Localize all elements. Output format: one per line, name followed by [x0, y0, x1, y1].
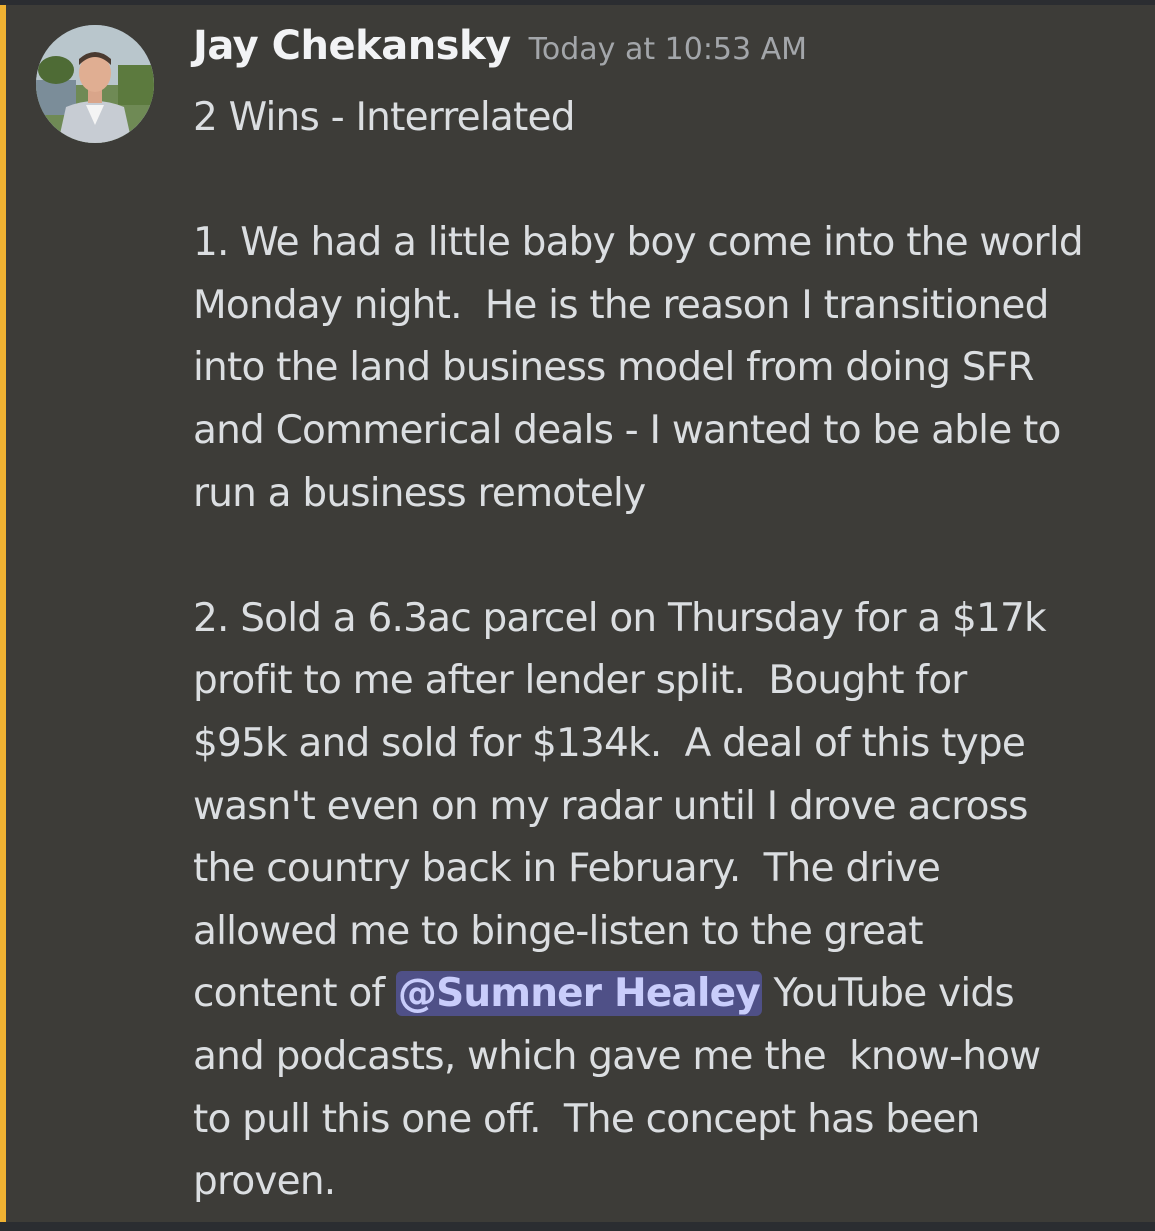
- avatar-photo-icon: [36, 25, 154, 143]
- content-line: run a business remotely: [193, 470, 646, 516]
- content-line: allowed me to binge-listen to the great: [193, 908, 924, 954]
- content-line-with-mention: content of @Sumner Healey YouTube vids: [193, 963, 1143, 1026]
- content-line: profit to me after lender split. Bought …: [193, 658, 967, 704]
- content-line: [193, 150, 1143, 213]
- mention-highlight-bar: [0, 5, 6, 1222]
- content-line: and Commerical deals - I wanted to be ab…: [193, 407, 1061, 453]
- message-timestamp: Today at 10:53 AM: [528, 32, 808, 67]
- user-mention[interactable]: @Sumner Healey: [395, 971, 762, 1017]
- content-line: proven.: [193, 1159, 336, 1205]
- content-line: and podcasts, which gave me the know-how: [193, 1033, 1041, 1079]
- content-line: $95k and sold for $134k. A deal of this …: [193, 720, 1026, 766]
- message-item[interactable]: Jay Chekansky Today at 10:53 AM 2 Wins - …: [0, 5, 1155, 1222]
- content-line: [193, 525, 1143, 588]
- content-line: Monday night. He is the reason I transit…: [193, 282, 1049, 328]
- content-line: into the land business model from doing …: [193, 345, 1034, 391]
- content-line: 2. Sold a 6.3ac parcel on Thursday for a…: [193, 595, 1047, 641]
- message-content: 2 Wins - Interrelated 1. We had a little…: [193, 87, 1143, 1214]
- message-header: Jay Chekansky Today at 10:53 AM: [193, 23, 807, 69]
- content-line: 2 Wins - Interrelated: [193, 95, 575, 140]
- content-line: 1. We had a little baby boy come into th…: [193, 220, 1084, 266]
- content-line: to pull this one off. The concept has be…: [193, 1096, 980, 1142]
- content-line: the country back in February. The drive: [193, 846, 941, 892]
- mention-prefix-text: content of: [193, 971, 396, 1017]
- content-line: wasn't even on my radar until I drove ac…: [193, 783, 1028, 829]
- mention-suffix-text: YouTube vids: [761, 971, 1014, 1017]
- avatar[interactable]: [36, 25, 154, 143]
- author-name[interactable]: Jay Chekansky: [193, 23, 511, 69]
- bottom-border: [0, 1222, 1155, 1231]
